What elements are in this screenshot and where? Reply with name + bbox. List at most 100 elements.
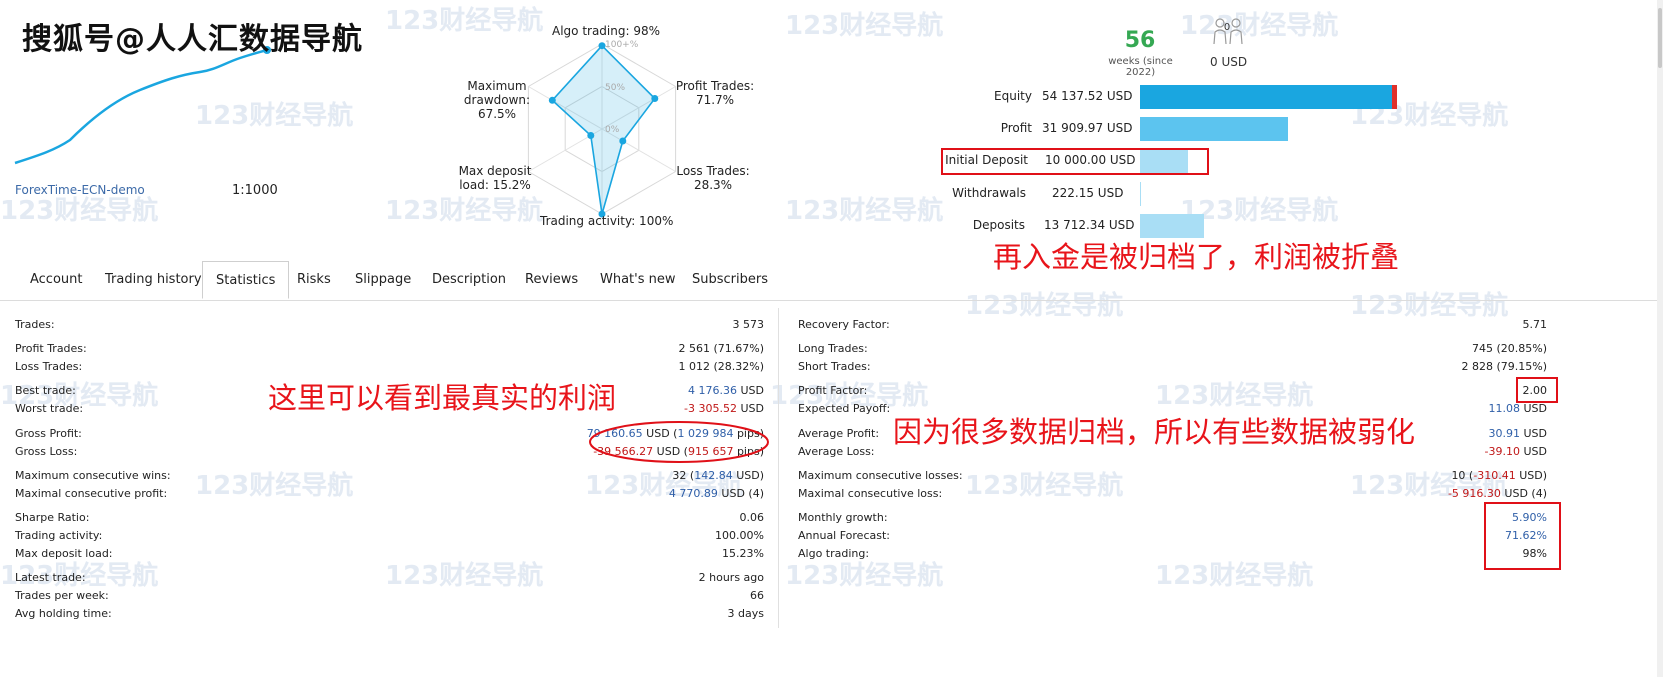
financial-label: Withdrawals [952, 186, 1026, 200]
stat-row-deposit-load: Max deposit load: 15.23% [15, 547, 764, 563]
stat-label: Best trade: [15, 384, 76, 397]
stat-value: 1 012 (28.32%) [678, 360, 764, 373]
stat-unit: USD) [1519, 469, 1547, 482]
annotation-deposit-note: 再入金是被归档了，利润被折叠 [993, 240, 1400, 274]
stat-label: Average Profit: [798, 427, 880, 440]
stat-value: 3 days [727, 607, 764, 620]
broker-server-link[interactable]: ForexTime-ECN-demo [15, 183, 145, 197]
stat-value: 745 (20.85%) [1471, 342, 1547, 355]
stat-label: Latest trade: [15, 571, 86, 584]
stat-value: 15.23% [722, 547, 764, 560]
stat-amount: -39.10 [1484, 445, 1520, 458]
radar-scale-0: 0% [605, 125, 620, 135]
radar-label-drawdown: Maximum drawdown: 67.5% [452, 79, 542, 121]
radar-point-drawdown [548, 96, 556, 104]
radar-label-profit-trades-value: 71.7% [695, 93, 735, 107]
stat-unit: USD) [736, 469, 764, 482]
withdrawals-bar [1140, 182, 1141, 206]
tab-whats-new[interactable]: What's new [600, 272, 676, 287]
stat-label: Profit Factor: [798, 384, 868, 397]
scrollbar-thumb[interactable] [1658, 8, 1662, 68]
stat-amount: 30.91 [1488, 427, 1520, 440]
tab-slippage[interactable]: Slippage [355, 272, 411, 287]
watermark: 123财经导航 [785, 11, 944, 41]
annotation-archive-note: 因为很多数据归档，所以有些数据被弱化 [893, 415, 1416, 449]
stat-row-short-trades: Short Trades: 2 828 (79.15%) [798, 360, 1547, 376]
radar-label-drawdown-text-2: drawdown: [463, 93, 531, 107]
tab-subscribers[interactable]: Subscribers [692, 272, 768, 287]
stat-label: Gross Loss: [15, 445, 78, 458]
stat-row-profit-trades: Profit Trades: 2 561 (71.67%) [15, 342, 764, 358]
annotation-profit-note: 这里可以看到最真实的利润 [268, 381, 617, 415]
stat-label: Avg holding time: [15, 607, 112, 620]
stat-row-sharpe: Sharpe Ratio: 0.06 [15, 511, 764, 527]
stat-value: 32 (142.84 USD) [672, 469, 764, 482]
stat-unit: USD (4) [721, 487, 764, 500]
stat-label: Long Trades: [798, 342, 868, 355]
financial-label: Equity [994, 89, 1032, 103]
financial-row-withdrawals: Withdrawals 222.15 USD [940, 180, 1420, 208]
radar-label-algo: Algo trading: 98% [552, 24, 661, 38]
weeks-label: weeks (since 2022) [1108, 56, 1173, 78]
stat-value: 30.91 USD [1488, 427, 1547, 440]
radar-label-loss-trades-text: Loss Trades: [676, 164, 750, 178]
financial-value: 222.15 USD [1052, 186, 1124, 200]
financial-row-profit: Profit 31 909.97 USD [940, 115, 1420, 143]
stat-label: Max deposit load: [15, 547, 113, 560]
stat-label: Worst trade: [15, 402, 84, 415]
stat-label: Maximum consecutive losses: [798, 469, 963, 482]
stat-value: 4 176.36 USD [688, 384, 764, 397]
stat-label: Recovery Factor: [798, 318, 890, 331]
stat-label: Profit Trades: [15, 342, 87, 355]
stat-value: 100.00% [715, 529, 764, 542]
tab-trading-history[interactable]: Trading history [105, 272, 202, 287]
subscribers-count: 0 [1223, 22, 1231, 33]
stat-label: Trades per week: [15, 589, 109, 602]
stat-value: 10 (-310.41 USD) [1451, 469, 1547, 482]
stat-amount: 4 176.36 [688, 384, 737, 397]
radar-area [551, 44, 656, 215]
stat-value: 3 573 [732, 318, 765, 331]
radar-label-loss-trades: Loss Trades: 28.3% [668, 164, 758, 192]
equity-bar-marker [1392, 85, 1397, 109]
stat-row-profit-factor: Profit Factor: 2.00 [798, 384, 1547, 400]
stat-value: 5.71 [1522, 318, 1548, 331]
stat-label: Short Trades: [798, 360, 871, 373]
tab-statistics[interactable]: Statistics [202, 261, 290, 299]
stat-row-algo-trading: Algo trading: 98% [798, 547, 1547, 563]
radar-label-deposit-load-value: load: 15.2% [459, 178, 531, 192]
stat-value: 2 hours ago [698, 571, 764, 584]
stat-amount: -5 916.30 [1447, 487, 1501, 500]
stat-label: Annual Forecast: [798, 529, 890, 542]
financial-label: Deposits [972, 218, 1025, 232]
tab-reviews[interactable]: Reviews [525, 272, 578, 287]
stat-label: Maximal consecutive profit: [15, 487, 168, 500]
stat-unit: USD [1523, 402, 1547, 415]
radar-label-deposit-load: Max deposit load: 15.2% [450, 164, 540, 192]
tab-description[interactable]: Description [432, 272, 506, 287]
leverage-value: 1:1000 [232, 183, 278, 198]
stat-label: Algo trading: [798, 547, 870, 560]
stat-unit: USD [1523, 445, 1547, 458]
growth-line [14, 48, 268, 165]
stat-value: 66 [750, 589, 764, 602]
equity-bar [1140, 85, 1392, 109]
financial-row-equity: Equity 54 137.52 USD [940, 83, 1420, 111]
stat-value: -5 916.30 USD (4) [1448, 487, 1547, 500]
overlay-watermark-title: 搜狐号@人人汇数据导航 [22, 22, 363, 57]
stat-amount: -310.41 [1473, 469, 1516, 482]
annotation-box-initial-deposit [941, 148, 1209, 175]
vertical-scrollbar[interactable] [1657, 0, 1663, 677]
stat-value: 11.08 USD [1488, 402, 1547, 415]
stat-row-monthly-growth: Monthly growth: 5.90% [798, 511, 1547, 527]
stat-row-trades-per-week: Trades per week: 66 [15, 589, 764, 605]
stat-label: Trades: [15, 318, 55, 331]
tab-risks[interactable]: Risks [297, 272, 331, 287]
stat-label: Maximum consecutive wins: [15, 469, 171, 482]
radar-label-loss-trades-value: 28.3% [693, 178, 733, 192]
tab-account[interactable]: Account [30, 272, 83, 287]
stat-label: Expected Payoff: [798, 402, 891, 415]
stat-row-long-trades: Long Trades: 745 (20.85%) [798, 342, 1547, 358]
stat-amount: 142.84 [694, 469, 733, 482]
watermark: 123财经导航 [785, 196, 944, 226]
